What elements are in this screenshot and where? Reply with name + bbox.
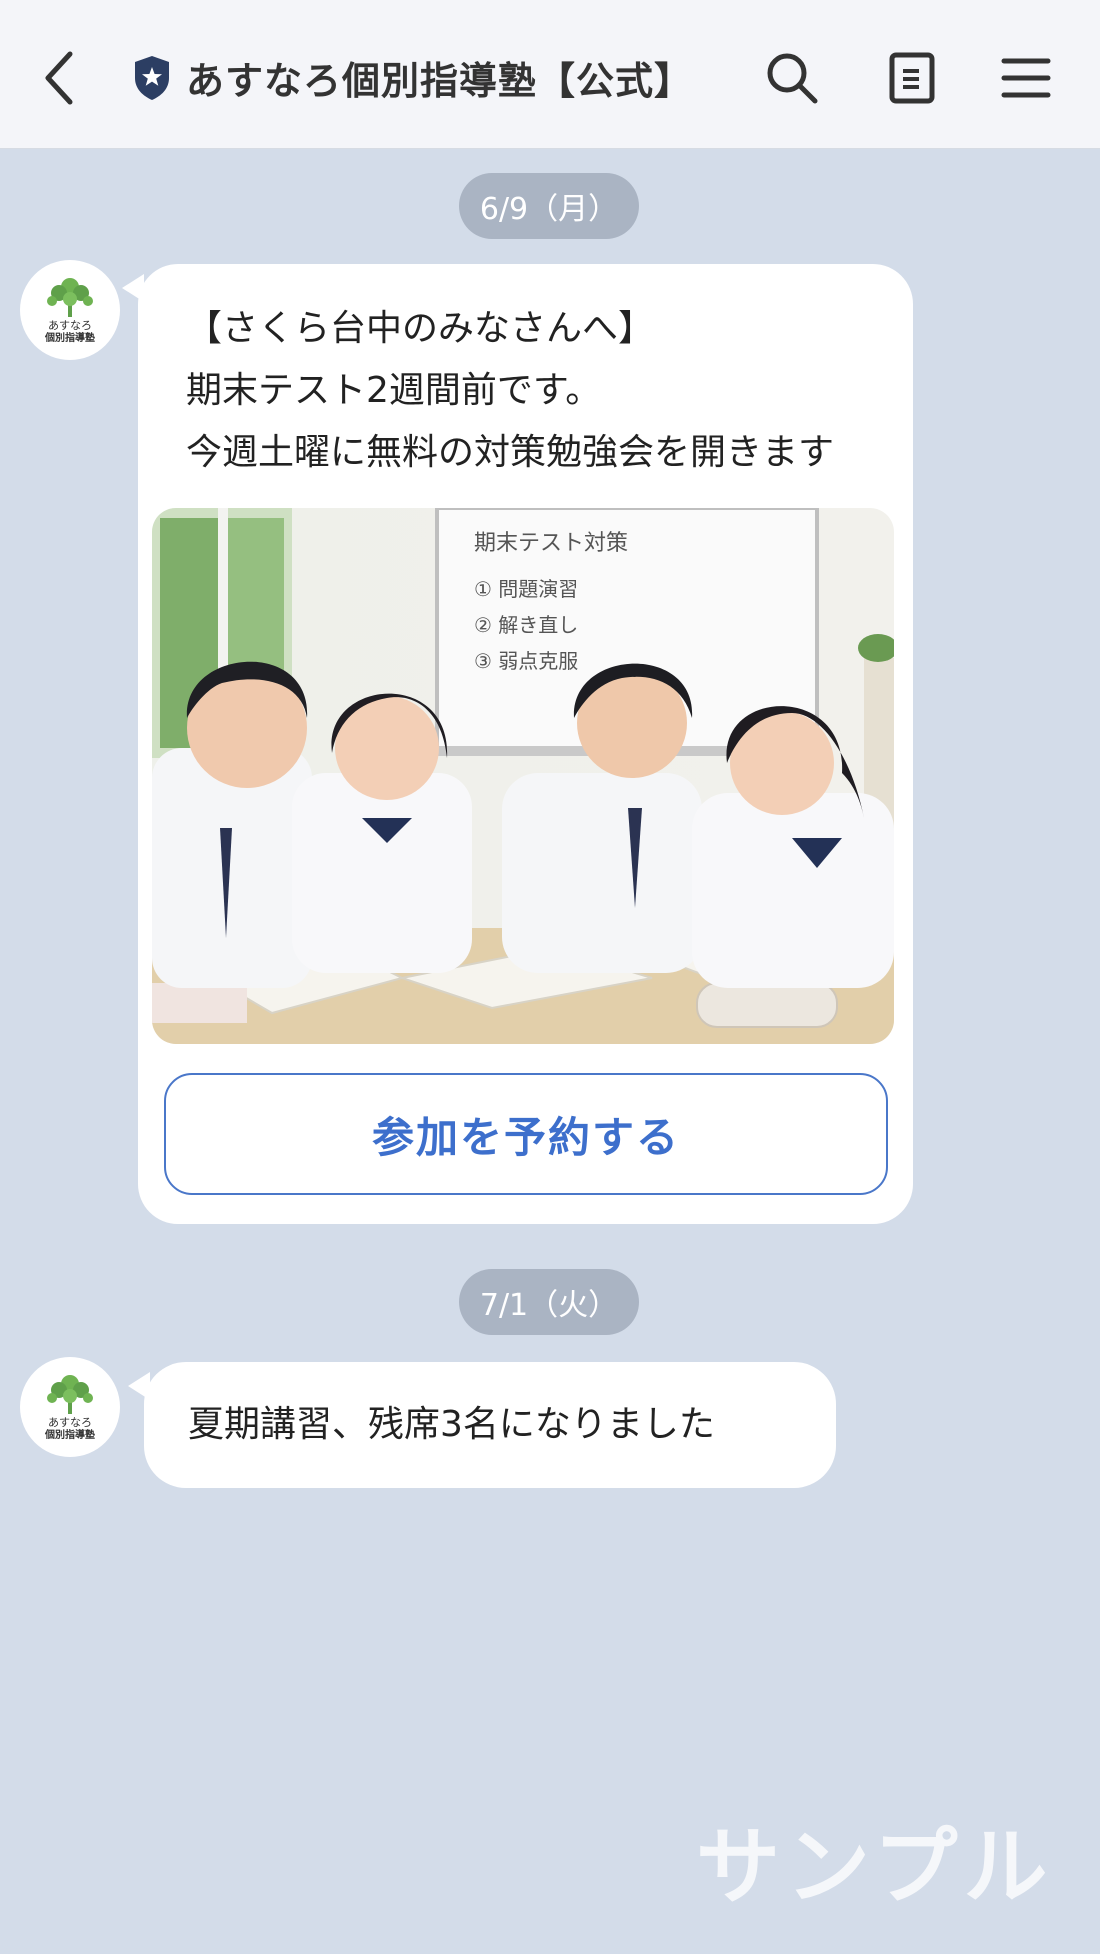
study-session-photo[interactable]: 期末テスト対策 ① 問題演習 ② 解き直し ③ 弱点克服 <box>152 508 894 1044</box>
message-text-line: 夏期講習、残席3名になりました <box>188 1404 715 1445</box>
search-icon[interactable] <box>762 48 822 108</box>
date-separator: 6/9（月） <box>459 173 639 239</box>
shield-star-icon <box>135 56 169 100</box>
date-separator: 7/1（火） <box>459 1269 639 1335</box>
chat-header: あすなろ個別指導塾【公式】 <box>0 0 1100 149</box>
note-icon[interactable] <box>882 48 942 108</box>
account-title: あすなろ個別指導塾【公式】 <box>186 59 694 103</box>
tree-logo-icon <box>47 1375 93 1414</box>
message-text-line: 今週土曜に無料の対策勉強会を開きます <box>186 432 835 473</box>
avatar-name-line2: 個別指導塾 <box>45 1430 95 1441</box>
avatar[interactable]: あすなろ 個別指導塾 <box>20 260 120 360</box>
message-bubble: 【さくら台中のみなさんへ】 期末テスト2週間前です。 今週土曜に無料の対策勉強会… <box>138 264 913 1224</box>
whiteboard-item: ① 問題演習 <box>474 577 578 601</box>
message-text-line: 期末テスト2週間前です。 <box>186 370 602 411</box>
message-text-line: 【さくら台中のみなさんへ】 <box>186 308 655 349</box>
message-bubble: 夏期講習、残席3名になりました <box>144 1362 836 1488</box>
sample-watermark: サンプル <box>696 1818 1054 1916</box>
reserve-button[interactable]: 参加を予約する <box>164 1073 888 1195</box>
whiteboard-title: 期末テスト対策 <box>474 531 628 556</box>
chevron-left-icon[interactable] <box>30 48 90 108</box>
whiteboard-item: ③ 弱点克服 <box>474 649 578 673</box>
avatar[interactable]: あすなろ 個別指導塾 <box>20 1357 120 1457</box>
avatar-name-line1: あすなろ <box>48 319 92 332</box>
hamburger-menu-icon[interactable] <box>996 48 1056 108</box>
whiteboard-item: ② 解き直し <box>474 613 578 637</box>
avatar-name-line2: 個別指導塾 <box>45 333 95 344</box>
avatar-name-line1: あすなろ <box>48 1416 92 1429</box>
tree-logo-icon <box>47 278 93 317</box>
